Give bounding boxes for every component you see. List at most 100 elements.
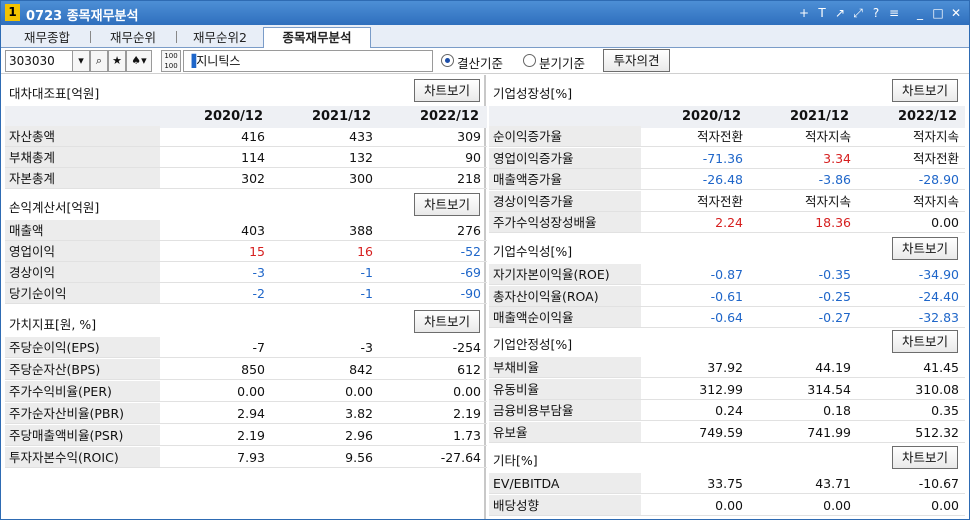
cell-value: -0.64: [710, 310, 743, 325]
cell-value: 0.24: [715, 403, 743, 418]
cell-value: 7.93: [237, 450, 265, 465]
cell-value: -254: [452, 340, 481, 355]
table-row: 부채비율 37.92 44.19 41.45: [489, 357, 965, 378]
chart-view-button-balance[interactable]: 차트보기: [414, 79, 480, 102]
cell-value: 3.34: [823, 150, 851, 166]
tab-financial-rank2[interactable]: 재무순위2: [179, 28, 261, 48]
star-icon[interactable]: ★: [108, 50, 126, 72]
close-icon[interactable]: ✕: [949, 5, 963, 21]
annual-basis-radio[interactable]: [441, 54, 454, 67]
minimize-icon[interactable]: _: [913, 5, 927, 21]
table-row: 자기자본이익율(ROE) -0.87 -0.35 -34.90: [489, 264, 965, 285]
row-label: 총자산이익율(ROA): [489, 285, 641, 307]
row-label: 유동비율: [489, 378, 641, 400]
row-label: 자산총액: [5, 126, 160, 147]
stock-code-input[interactable]: 303030: [5, 50, 73, 72]
table-row: 총자산이익율(ROA) -0.61 -0.25 -24.40: [489, 285, 965, 307]
table-row: 주당순자산(BPS) 850 842 612: [5, 359, 487, 380]
cell-value: -7: [252, 340, 265, 355]
cell-value: -2: [252, 286, 265, 301]
row-label: 영업이익: [5, 241, 160, 262]
row-label: 매출액: [5, 220, 160, 241]
cell-value: -24.40: [918, 288, 959, 304]
chart-view-button-profit[interactable]: 차트보기: [892, 237, 958, 260]
cell-value: 300: [349, 171, 373, 186]
cell-value: 0.00: [715, 497, 743, 513]
row-label: 자기자본이익율(ROE): [489, 264, 641, 285]
table-row: 주가수익성장성배율 2.24 18.36 0.00: [489, 212, 965, 233]
cell-value: -26.48: [702, 172, 743, 187]
cell-value: 314.54: [807, 381, 851, 397]
table-row: 투자자본수익(ROIC) 7.93 9.56 -27.64: [5, 447, 487, 468]
grid-icon[interactable]: 100 100: [161, 50, 181, 72]
menu-icon[interactable]: ≡: [887, 5, 901, 21]
row-divider: [5, 188, 487, 189]
cell-value: 적자전환: [912, 150, 959, 166]
cell-value: 403: [241, 223, 265, 238]
cell-value: 132: [349, 150, 373, 165]
row-label: 매출액순이익율: [489, 307, 641, 328]
tab-financial-rank[interactable]: 재무순위: [93, 28, 173, 48]
cell-value: -3.86: [818, 172, 851, 187]
row-label: 주가수익성장성배율: [489, 212, 641, 233]
maximize-icon[interactable]: □: [931, 5, 945, 21]
chart-view-button-etc[interactable]: 차트보기: [892, 446, 958, 469]
table-row: 영업이익 15 16 -52: [5, 241, 487, 262]
row-label: 경상이익: [5, 262, 160, 283]
section-title-growth: 기업성장성[%]: [493, 86, 573, 101]
cell-value: 1.73: [453, 428, 481, 443]
row-divider: [5, 445, 487, 446]
cell-value: 312.99: [699, 381, 743, 397]
tab-stock-financial-analysis[interactable]: 종목재무분석: [263, 27, 371, 49]
cell-value: 0.35: [931, 403, 959, 418]
table-row: 매출액순이익율 -0.64 -0.27 -32.83: [489, 307, 965, 328]
cell-value: -0.25: [818, 288, 851, 304]
section-title-stability: 기업안정성[%]: [493, 337, 573, 352]
cell-value: -1: [360, 265, 373, 280]
cell-value: 2.96: [345, 428, 373, 443]
investment-opinion-button[interactable]: 투자의견: [603, 49, 670, 72]
year-header: 2022/12: [419, 109, 479, 124]
cell-value: -0.61: [710, 288, 743, 304]
chart-view-button-stability[interactable]: 차트보기: [892, 330, 958, 353]
text-icon[interactable]: T: [815, 5, 829, 21]
row-label: 주가순자산비율(PBR): [5, 403, 160, 424]
row-divider: [489, 514, 965, 516]
row-label: 주당순이익(EPS): [5, 337, 160, 358]
cell-value: 276: [457, 223, 481, 238]
tab-bar: 재무종합 재무순위 재무순위2 종목재무분석: [1, 25, 969, 49]
table-row: 경상이익증가율 적자전환 적자지속 적자지속: [489, 190, 965, 212]
row-divider: [5, 467, 487, 468]
quarter-basis-radio[interactable]: [523, 54, 536, 67]
window-title: 0723 종목재무분석: [26, 9, 139, 24]
search-icon[interactable]: ⌕: [90, 50, 108, 72]
row-label: 주가수익비율(PER): [5, 381, 160, 402]
cell-value: 114: [241, 150, 265, 165]
link-icon[interactable]: ⤢: [851, 5, 865, 21]
chart-view-button-growth[interactable]: 차트보기: [892, 79, 958, 102]
chart-view-button-income[interactable]: 차트보기: [414, 193, 480, 216]
help-icon[interactable]: ?: [869, 5, 883, 21]
spade-menu-icon[interactable]: ♠▾: [126, 50, 152, 72]
table-row: 주가수익비율(PER) 0.00 0.00 0.00: [5, 381, 487, 402]
table-row: EV/EBITDA 33.75 43.71 -10.67: [489, 473, 965, 494]
chevron-down-icon[interactable]: ▾: [72, 50, 90, 72]
cell-value: 3.82: [345, 406, 373, 421]
cell-value: 적자전환: [696, 129, 743, 144]
chart-icon[interactable]: ↗: [833, 5, 847, 21]
financial-analysis-window: 1 0723 종목재무분석 + T ↗ ⤢ ? ≡ _ □ ✕ 재무종합 재무순…: [0, 0, 970, 520]
row-label: 매출액증가율: [489, 169, 641, 190]
cell-value: -27.64: [440, 450, 481, 465]
tab-financial-summary[interactable]: 재무종합: [7, 28, 87, 48]
cell-value: 842: [349, 362, 373, 377]
chart-view-button-value[interactable]: 차트보기: [414, 310, 480, 333]
table-row: 주가순자산비율(PBR) 2.94 3.82 2.19: [5, 403, 487, 424]
row-label: 순이익증가율: [489, 126, 641, 147]
cell-value: -10.67: [918, 476, 959, 491]
plus-icon[interactable]: +: [797, 5, 811, 21]
section-title-profit: 기업수익성[%]: [493, 244, 573, 259]
year-header: 2021/12: [789, 109, 849, 124]
cell-value: -90: [460, 286, 481, 301]
section-title-income: 손익계산서[억원]: [9, 200, 100, 215]
cell-value: 0.00: [931, 215, 959, 230]
